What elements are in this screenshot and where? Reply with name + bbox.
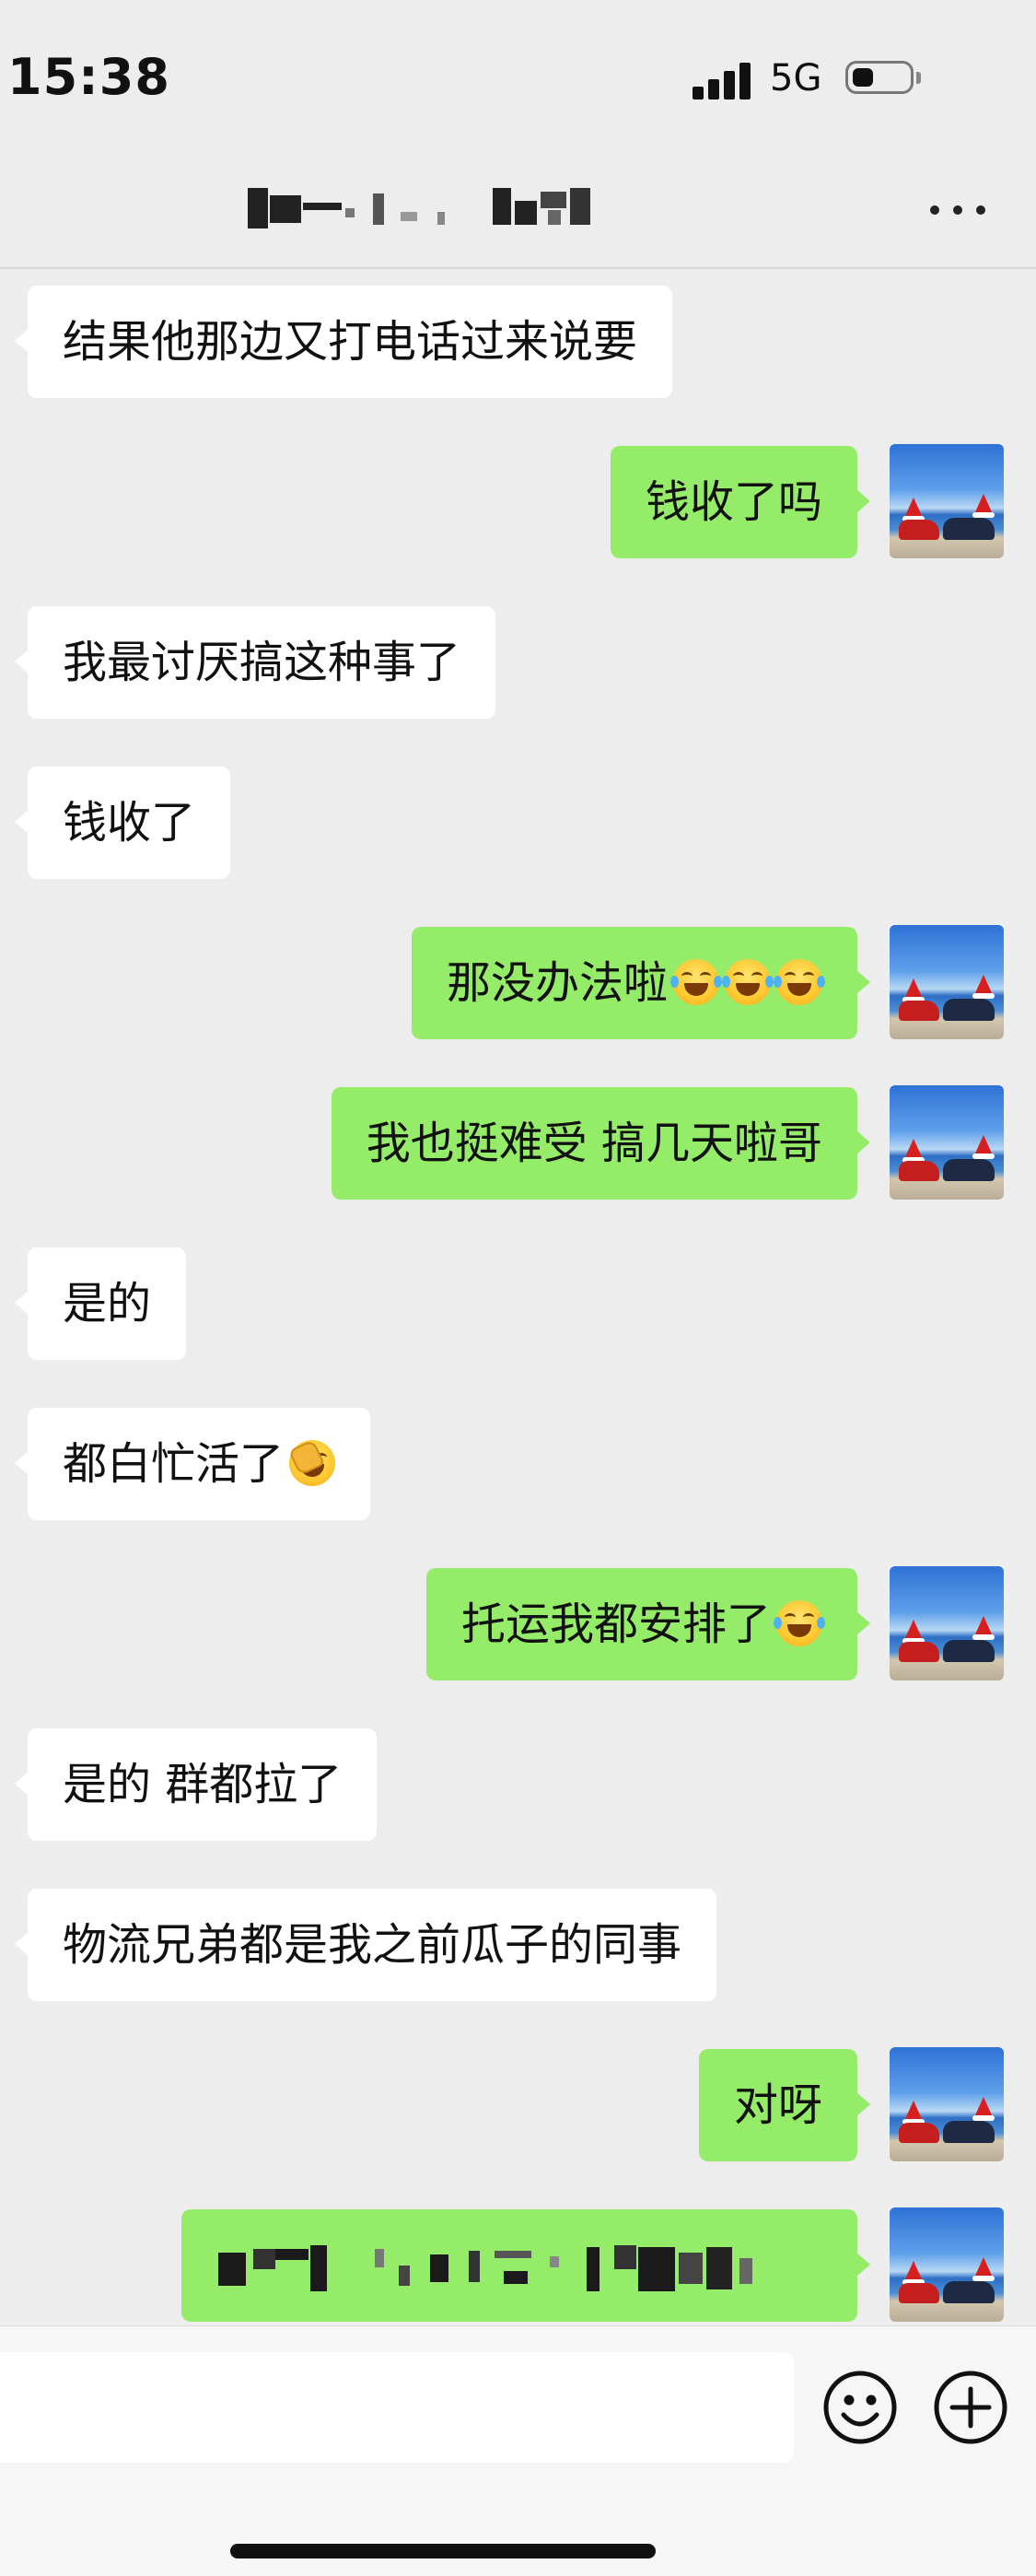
my-avatar[interactable] [890, 1085, 1004, 1200]
message-text: 托运我都安排了 [460, 1598, 771, 1650]
incoming-message-bubble[interactable]: 钱收了 [14, 767, 231, 879]
incoming-message-bubble[interactable]: 结果他那边又打电话过来说要 [14, 286, 673, 398]
input-bar [0, 2325, 1036, 2576]
outgoing-message-bubble[interactable]: 那没办法啦 [411, 927, 871, 1039]
signal-icon [693, 59, 753, 100]
emoji-icon[interactable] [821, 2369, 899, 2446]
redacted-text [218, 2232, 937, 2299]
my-avatar[interactable] [890, 925, 1004, 1039]
tears-of-joy-emoji [774, 959, 825, 1005]
my-avatar[interactable] [890, 2047, 1004, 2161]
outgoing-message-bubble[interactable]: 托运我都安排了 [425, 1568, 871, 1680]
my-avatar[interactable] [890, 2207, 1004, 2322]
outgoing-message-bubble[interactable]: 对呀 [698, 2049, 871, 2161]
message-input[interactable] [0, 2352, 794, 2463]
face-palm-emoji [288, 1439, 336, 1486]
status-time: 15:38 [7, 48, 170, 106]
incoming-message-bubble[interactable]: 物流兄弟都是我之前瓜子的同事 [14, 1889, 717, 2001]
status-bar: 15:38 5G [0, 0, 1036, 138]
message-list[interactable]: 结果他那边又打电话过来说要 钱收了吗 我最讨厌搞这种事了 钱收了 那没办法啦 我… [0, 269, 1036, 2325]
incoming-message-bubble[interactable]: 是的 群都拉了 [14, 1728, 378, 1841]
message-text: 那没办法啦 [446, 957, 668, 1009]
chat-title-obscured [244, 184, 631, 234]
tears-of-joy-emoji [774, 1600, 825, 1646]
incoming-message-bubble[interactable]: 是的 [14, 1247, 187, 1360]
incoming-message-bubble[interactable]: 都白忙活了 [14, 1408, 371, 1520]
incoming-message-bubble[interactable]: 我最讨厌搞这种事了 [14, 606, 496, 719]
outgoing-message-bubble[interactable]: 钱收了吗 [610, 446, 871, 558]
my-avatar[interactable] [890, 1566, 1004, 1680]
battery-icon [845, 61, 925, 98]
outgoing-message-bubble-obscured[interactable] [181, 2209, 870, 2322]
my-avatar[interactable] [890, 444, 1004, 558]
more-icon[interactable] [930, 203, 985, 217]
tears-of-joy-emoji [722, 959, 774, 1005]
plus-icon[interactable] [932, 2369, 1009, 2446]
tears-of-joy-emoji [670, 959, 722, 1005]
home-indicator [230, 2544, 656, 2558]
message-text: 都白忙活了 [63, 1438, 285, 1490]
chat-header [0, 138, 1036, 269]
network-label: 5G [770, 57, 822, 100]
outgoing-message-bubble[interactable]: 我也挺难受 搞几天啦哥 [331, 1087, 871, 1200]
